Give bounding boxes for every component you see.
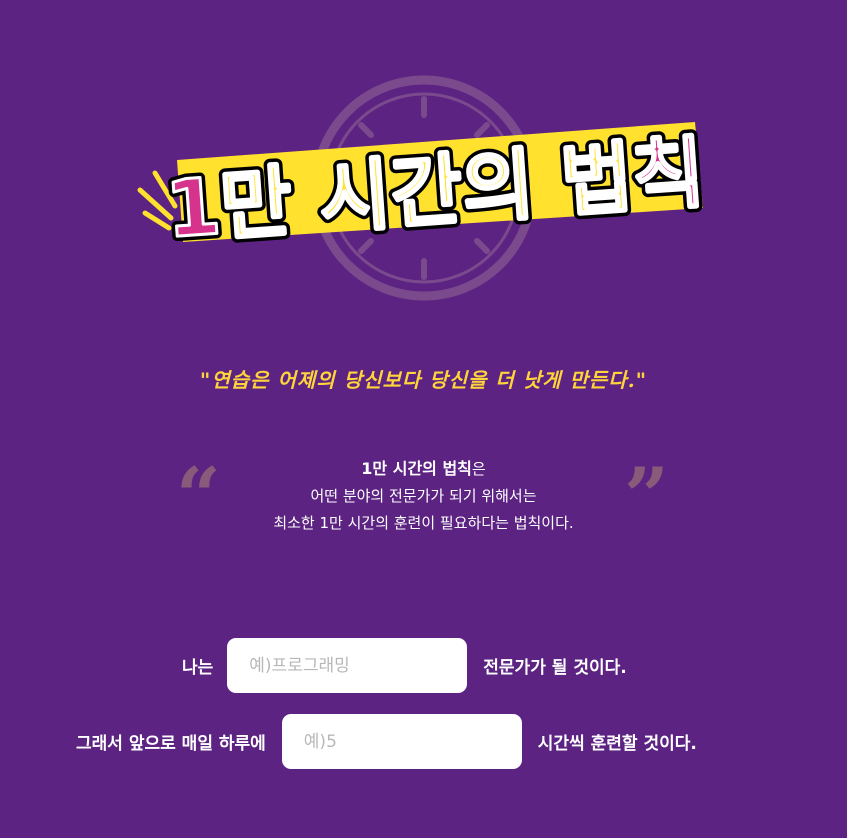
page: 1만 시간의 법칙 1만 시간의 법칙 "연습은 어제의 당신보다 당신을 더 … — [0, 0, 847, 838]
description-line-1: 1만 시간의 법칙은 — [200, 455, 647, 483]
field-input[interactable] — [227, 638, 468, 693]
description-highlight: 1만 시간의 법칙 — [361, 459, 472, 478]
description-line-2: 어떤 분야의 전문가가 되기 위해서는 — [310, 487, 537, 505]
field-prefix-label: 나는 — [182, 658, 214, 678]
form-row-field: 나는 전문가가 될 것이다. — [182, 638, 627, 693]
svg-text:1만 시간의 법칙: 1만 시간의 법칙 — [163, 128, 707, 248]
description-line-3: 최소한 1만 시간의 훈련이 필요하다는 법칙이다. — [273, 514, 574, 532]
form-row-hours: 그래서 앞으로 매일 하루에 시간씩 훈련할 것이다. — [76, 714, 697, 769]
description-line1-suffix: 은 — [471, 460, 486, 478]
field-suffix-label: 전문가가 될 것이다. — [483, 658, 627, 678]
hours-prefix-label: 그래서 앞으로 매일 하루에 — [76, 734, 266, 754]
hours-suffix-label: 시간씩 훈련할 것이다. — [537, 734, 697, 754]
motivational-quote: "연습은 어제의 당신보다 당신을 더 낫게 만든다." — [199, 368, 648, 392]
title-logo: 1만 시간의 법칙 1만 시간의 법칙 — [137, 122, 712, 248]
title-last: 칙 — [629, 128, 707, 223]
hours-input[interactable] — [281, 714, 522, 769]
title-digit: 1 — [163, 162, 223, 248]
description-block: 1만 시간의 법칙은 어떤 분야의 전문가가 되기 위해서는 최소한 1만 시간… — [200, 455, 647, 537]
